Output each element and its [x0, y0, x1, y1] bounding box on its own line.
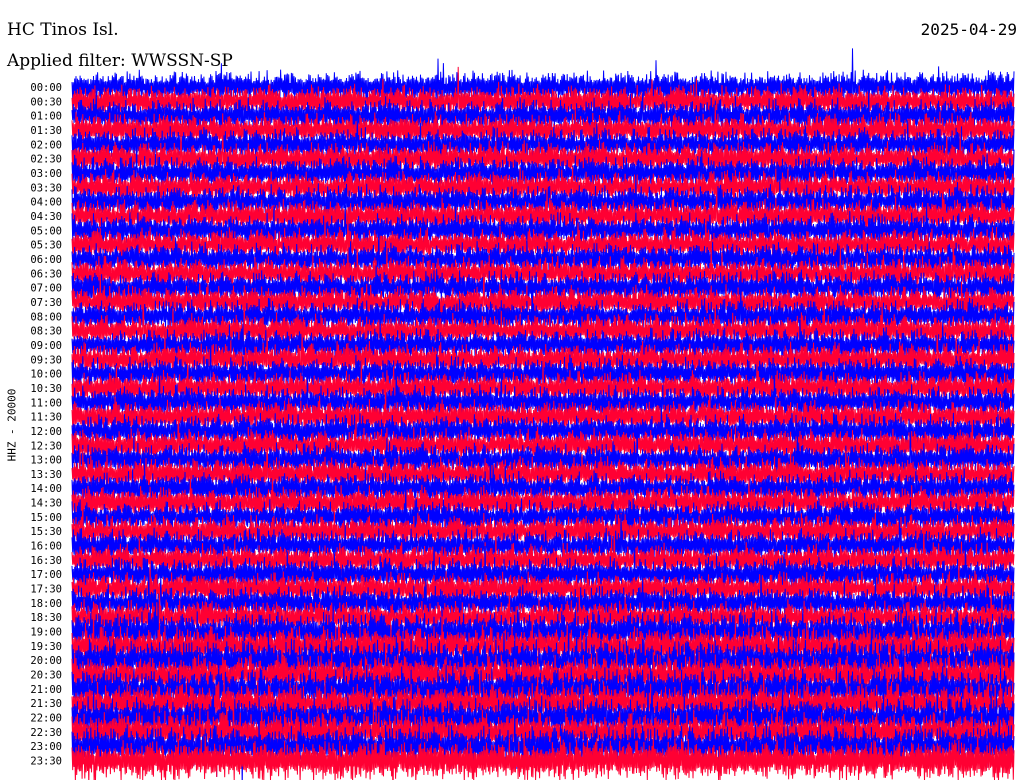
row-labels-group: 00:00 00:30 01:00 01:30 02:00 02:30 03:00 03:30… — [30, 82, 62, 768]
row-label: 19:00 — [30, 627, 62, 639]
row-label: 13:30 — [30, 469, 62, 481]
row-label: 06:30 — [30, 268, 62, 280]
row-label: 01:00 — [30, 111, 62, 123]
traces-group — [71, 48, 1015, 780]
row-label: 18:30 — [30, 612, 62, 624]
row-label: 19:30 — [30, 641, 62, 653]
row-label: 09:30 — [30, 354, 62, 366]
row-label: 11:30 — [30, 412, 62, 424]
row-label: 12:30 — [30, 440, 62, 452]
row-label: 10:30 — [30, 383, 62, 395]
row-label: 23:00 — [30, 741, 62, 753]
row-label: 07:30 — [30, 297, 62, 309]
row-label: 16:00 — [30, 541, 62, 553]
row-label: 03:00 — [30, 168, 62, 180]
row-label: 21:00 — [30, 684, 62, 696]
row-label: 07:00 — [30, 283, 62, 295]
row-label: 20:00 — [30, 655, 62, 667]
row-label: 05:00 — [30, 225, 62, 237]
row-label: 03:30 — [30, 182, 62, 194]
row-label: 13:00 — [30, 455, 62, 467]
row-label: 12:00 — [30, 426, 62, 438]
row-label: 22:00 — [30, 713, 62, 725]
row-label: 23:30 — [30, 756, 62, 768]
row-label: 08:30 — [30, 326, 62, 338]
row-label: 22:30 — [30, 727, 62, 739]
row-label: 14:00 — [30, 483, 62, 495]
row-label: 04:00 — [30, 197, 62, 209]
row-label: 21:30 — [30, 698, 62, 710]
row-label: 04:30 — [30, 211, 62, 223]
row-label: 17:30 — [30, 584, 62, 596]
row-label: 00:00 — [30, 82, 62, 94]
row-label: 15:30 — [30, 526, 62, 538]
row-label: 11:00 — [30, 397, 62, 409]
row-label: 06:00 — [30, 254, 62, 266]
row-label: 02:00 — [30, 139, 62, 151]
row-label: 08:00 — [30, 311, 62, 323]
row-label: 05:30 — [30, 240, 62, 252]
row-label: 16:30 — [30, 555, 62, 567]
row-label: 10:00 — [30, 369, 62, 381]
row-label: 15:00 — [30, 512, 62, 524]
row-label: 01:30 — [30, 125, 62, 137]
row-label: 02:30 — [30, 154, 62, 166]
row-label: 09:00 — [30, 340, 62, 352]
row-label: 17:00 — [30, 569, 62, 581]
row-label: 20:30 — [30, 670, 62, 682]
row-label: 00:30 — [30, 96, 62, 108]
row-label: 14:30 — [30, 498, 62, 510]
row-label: 18:00 — [30, 598, 62, 610]
helicorder-plot: 00:00 00:30 01:00 01:30 02:00 02:30 03:00 03:30… — [30, 48, 1015, 780]
